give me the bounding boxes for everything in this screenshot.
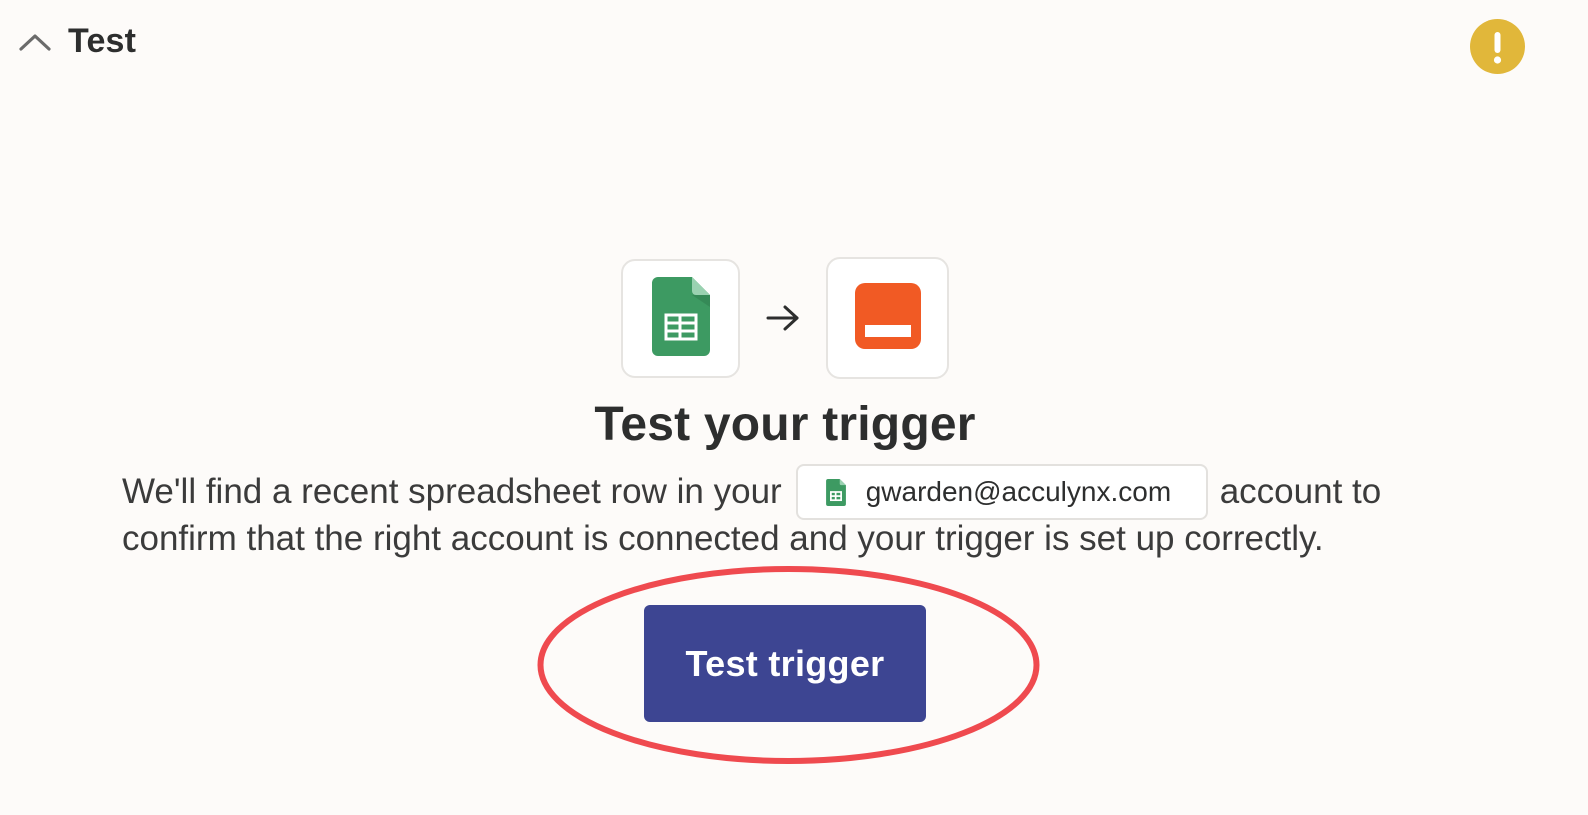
description-line-1: We'll find a recent spreadsheet row in y… [122, 464, 1381, 520]
arrow-right-icon [763, 300, 803, 336]
google-sheets-icon [651, 276, 710, 361]
description-text-after: account to [1219, 472, 1382, 511]
warning-icon[interactable] [1470, 19, 1525, 74]
description-line-2: confirm that the right account is connec… [122, 519, 1324, 558]
trigger-app-tile [621, 259, 740, 378]
google-sheets-icon [825, 478, 846, 506]
test-trigger-button[interactable]: Test trigger [644, 605, 926, 722]
account-email: gwarden@acculynx.com [865, 476, 1172, 507]
orange-app-icon [854, 282, 921, 354]
description-text-before: We'll find a recent spreadsheet row in y… [122, 472, 782, 511]
account-chip: gwarden@acculynx.com [795, 464, 1208, 520]
action-app-tile [826, 257, 949, 379]
section-title: Test [68, 22, 137, 60]
section-header-toggle[interactable]: Test [18, 22, 136, 61]
chevron-up-icon[interactable] [18, 27, 52, 57]
page-title: Test your trigger [594, 398, 976, 451]
test-section: Test Test your trigger We'll find a rece… [0, 0, 1588, 815]
